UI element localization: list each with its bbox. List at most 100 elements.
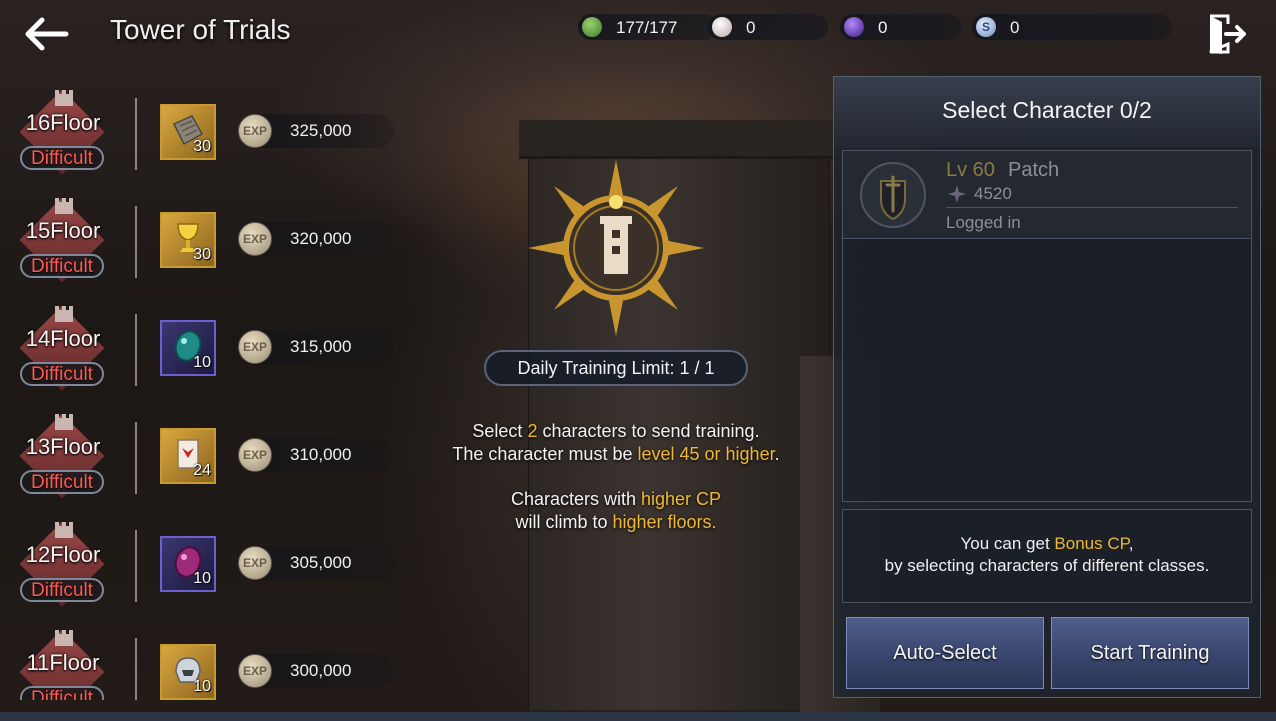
- panel-header: Select Character 0/2: [834, 77, 1260, 147]
- item-count: 24: [193, 462, 211, 479]
- reward-item-slot[interactable]: 24: [160, 428, 216, 484]
- castle-icon: [55, 414, 73, 430]
- reward-item-slot[interactable]: 30: [160, 104, 216, 160]
- exit-door-icon: [1209, 14, 1246, 54]
- floor-name: 15Floor: [25, 218, 101, 243]
- character-card[interactable]: Lv 60 Patch 4520 Logged in: [843, 151, 1251, 239]
- instruction-line-2: The character must be level 45 or higher…: [452, 444, 780, 464]
- floor-badge: 14Floor Difficult: [18, 302, 108, 392]
- bonus-line-2: by selecting characters of different cla…: [884, 556, 1210, 575]
- reward-item-slot[interactable]: 10: [160, 536, 216, 592]
- item-count: 10: [193, 570, 211, 587]
- reward-item-slot[interactable]: 30: [160, 212, 216, 268]
- row-divider: [135, 206, 137, 278]
- character-level: Lv 60: [946, 159, 995, 181]
- silver-coin-icon: S: [976, 17, 996, 37]
- page-title: Tower of Trials: [110, 14, 291, 45]
- character-status: Logged in: [946, 213, 1021, 232]
- floor-badge: 16Floor Difficult: [18, 86, 108, 176]
- select-character-panel: Select Character 0/2 Lv 60 Patch 4520 Lo…: [833, 76, 1261, 698]
- floor-name: 11Floor: [26, 650, 100, 675]
- floor-row-11[interactable]: 11Floor Difficult 10 EXP 300,000: [0, 620, 410, 700]
- item-count: 30: [193, 138, 211, 155]
- tower-sun-emblem-icon: [528, 160, 704, 336]
- row-divider: [135, 422, 137, 494]
- difficulty-badge: Difficult: [20, 578, 104, 602]
- floor-row-12[interactable]: 12Floor Difficult 10 EXP 305,000: [0, 512, 410, 612]
- instruction-line-4: will climb to higher floors.: [515, 512, 717, 532]
- floor-name: 16Floor: [25, 110, 101, 135]
- card-divider: [946, 207, 1238, 208]
- currency-pearl: 0: [708, 14, 828, 40]
- exp-value: 310,000: [290, 445, 352, 464]
- exp-coin-icon: EXP: [238, 546, 272, 580]
- row-divider: [135, 638, 137, 700]
- row-divider: [135, 530, 137, 602]
- floor-row-16[interactable]: 16Floor Difficult 30 EXP 325,000: [0, 80, 410, 180]
- character-name: Patch: [1008, 159, 1060, 181]
- currency-stamina: 177/177: [578, 14, 718, 40]
- exit-button[interactable]: [1204, 12, 1248, 56]
- castle-icon: [55, 90, 73, 106]
- pearl-icon: [712, 17, 732, 37]
- daily-training-limit: Daily Training Limit: 1 / 1: [484, 350, 748, 386]
- exp-value: 305,000: [290, 553, 352, 572]
- exp-value: 300,000: [290, 661, 352, 680]
- instruction-line-1: Select 2 characters to send training.: [472, 421, 760, 441]
- castle-icon: [55, 306, 73, 322]
- exp-coin-icon: EXP: [238, 114, 272, 148]
- exp-coin-icon: EXP: [238, 222, 272, 256]
- stamina-icon: [582, 17, 602, 37]
- difficulty-badge: Difficult: [20, 146, 104, 170]
- purple-gem-icon: [844, 17, 864, 37]
- floor-badge: 11Floor Difficult: [18, 626, 108, 700]
- exp-reward: EXP 315,000: [238, 330, 394, 364]
- difficulty-badge: Difficult: [20, 686, 104, 700]
- row-divider: [135, 314, 137, 386]
- panel-title: Select Character 0/2: [942, 97, 1152, 123]
- item-count: 30: [193, 246, 211, 263]
- character-list[interactable]: Lv 60 Patch 4520 Logged in: [842, 150, 1252, 502]
- item-count: 10: [193, 678, 211, 695]
- instruction-line-3: Characters with higher CP: [510, 489, 722, 509]
- floor-list[interactable]: 16Floor Difficult 30 EXP 325,000 15Floor…: [0, 80, 410, 700]
- difficulty-badge: Difficult: [20, 470, 104, 494]
- exp-coin-icon: EXP: [238, 330, 272, 364]
- exp-reward: EXP 310,000: [238, 438, 394, 472]
- currency-silver-coin: S 0: [972, 14, 1172, 40]
- floor-name: 14Floor: [25, 326, 101, 351]
- back-arrow-icon: [25, 17, 69, 51]
- floor-row-14[interactable]: 14Floor Difficult 10 EXP 315,000: [0, 296, 410, 396]
- exp-value: 325,000: [290, 121, 352, 140]
- exp-coin-icon: EXP: [238, 438, 272, 472]
- exp-value: 315,000: [290, 337, 352, 356]
- cp-star-icon: [948, 185, 966, 203]
- exp-reward: EXP 320,000: [238, 222, 394, 256]
- bonus-cp-info: You can get Bonus CP, by selecting chara…: [842, 509, 1252, 603]
- floor-row-15[interactable]: 15Floor Difficult 30 EXP 320,000: [0, 188, 410, 288]
- character-cp: 4520: [974, 184, 1012, 203]
- sword-class-icon: [860, 162, 926, 228]
- castle-icon: [55, 522, 73, 538]
- row-divider: [135, 98, 137, 170]
- floor-badge: 13Floor Difficult: [18, 410, 108, 500]
- floor-row-13[interactable]: 13Floor Difficult 24 EXP 310,000: [0, 404, 410, 504]
- reward-item-slot[interactable]: 10: [160, 644, 216, 700]
- start-training-button[interactable]: Start Training: [1051, 617, 1249, 689]
- bottom-strip: [0, 712, 1276, 721]
- reward-item-slot[interactable]: 10: [160, 320, 216, 376]
- exp-reward: EXP 300,000: [238, 654, 394, 688]
- exp-reward: EXP 305,000: [238, 546, 394, 580]
- castle-icon: [55, 198, 73, 214]
- exp-reward: EXP 325,000: [238, 114, 394, 148]
- currency-purple-gem: 0: [840, 14, 962, 40]
- castle-icon: [55, 630, 73, 646]
- difficulty-badge: Difficult: [20, 362, 104, 386]
- back-button[interactable]: [22, 14, 70, 54]
- floor-name: 12Floor: [25, 542, 101, 567]
- item-count: 10: [193, 354, 211, 371]
- floor-name: 13Floor: [25, 434, 101, 459]
- auto-select-button[interactable]: Auto-Select: [846, 617, 1044, 689]
- exp-coin-icon: EXP: [238, 654, 272, 688]
- difficulty-badge: Difficult: [20, 254, 104, 278]
